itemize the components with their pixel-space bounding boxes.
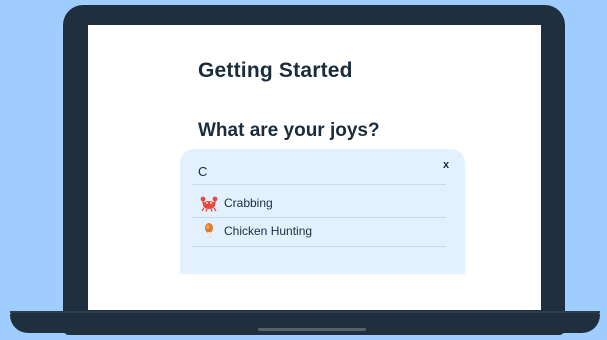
divider <box>192 217 446 218</box>
result-item-chicken-hunting[interactable]: Chicken Hunting <box>192 219 446 243</box>
divider <box>192 246 446 247</box>
laptop-screen: Getting Started What are your joys? x <box>88 25 541 310</box>
crab-icon <box>200 194 218 212</box>
question-heading: What are your joys? <box>198 120 380 141</box>
result-label: Chicken Hunting <box>224 224 313 238</box>
result-label: Crabbing <box>224 196 273 210</box>
autocomplete-panel: x Crabbing <box>180 149 465 274</box>
divider <box>192 184 446 185</box>
clear-button[interactable]: x <box>439 157 453 173</box>
laptop-notch <box>258 328 366 331</box>
page-title: Getting Started <box>198 59 353 82</box>
chicken-leg-icon <box>200 222 218 240</box>
result-item-crabbing[interactable]: Crabbing <box>192 191 446 215</box>
search-input[interactable] <box>198 161 418 181</box>
